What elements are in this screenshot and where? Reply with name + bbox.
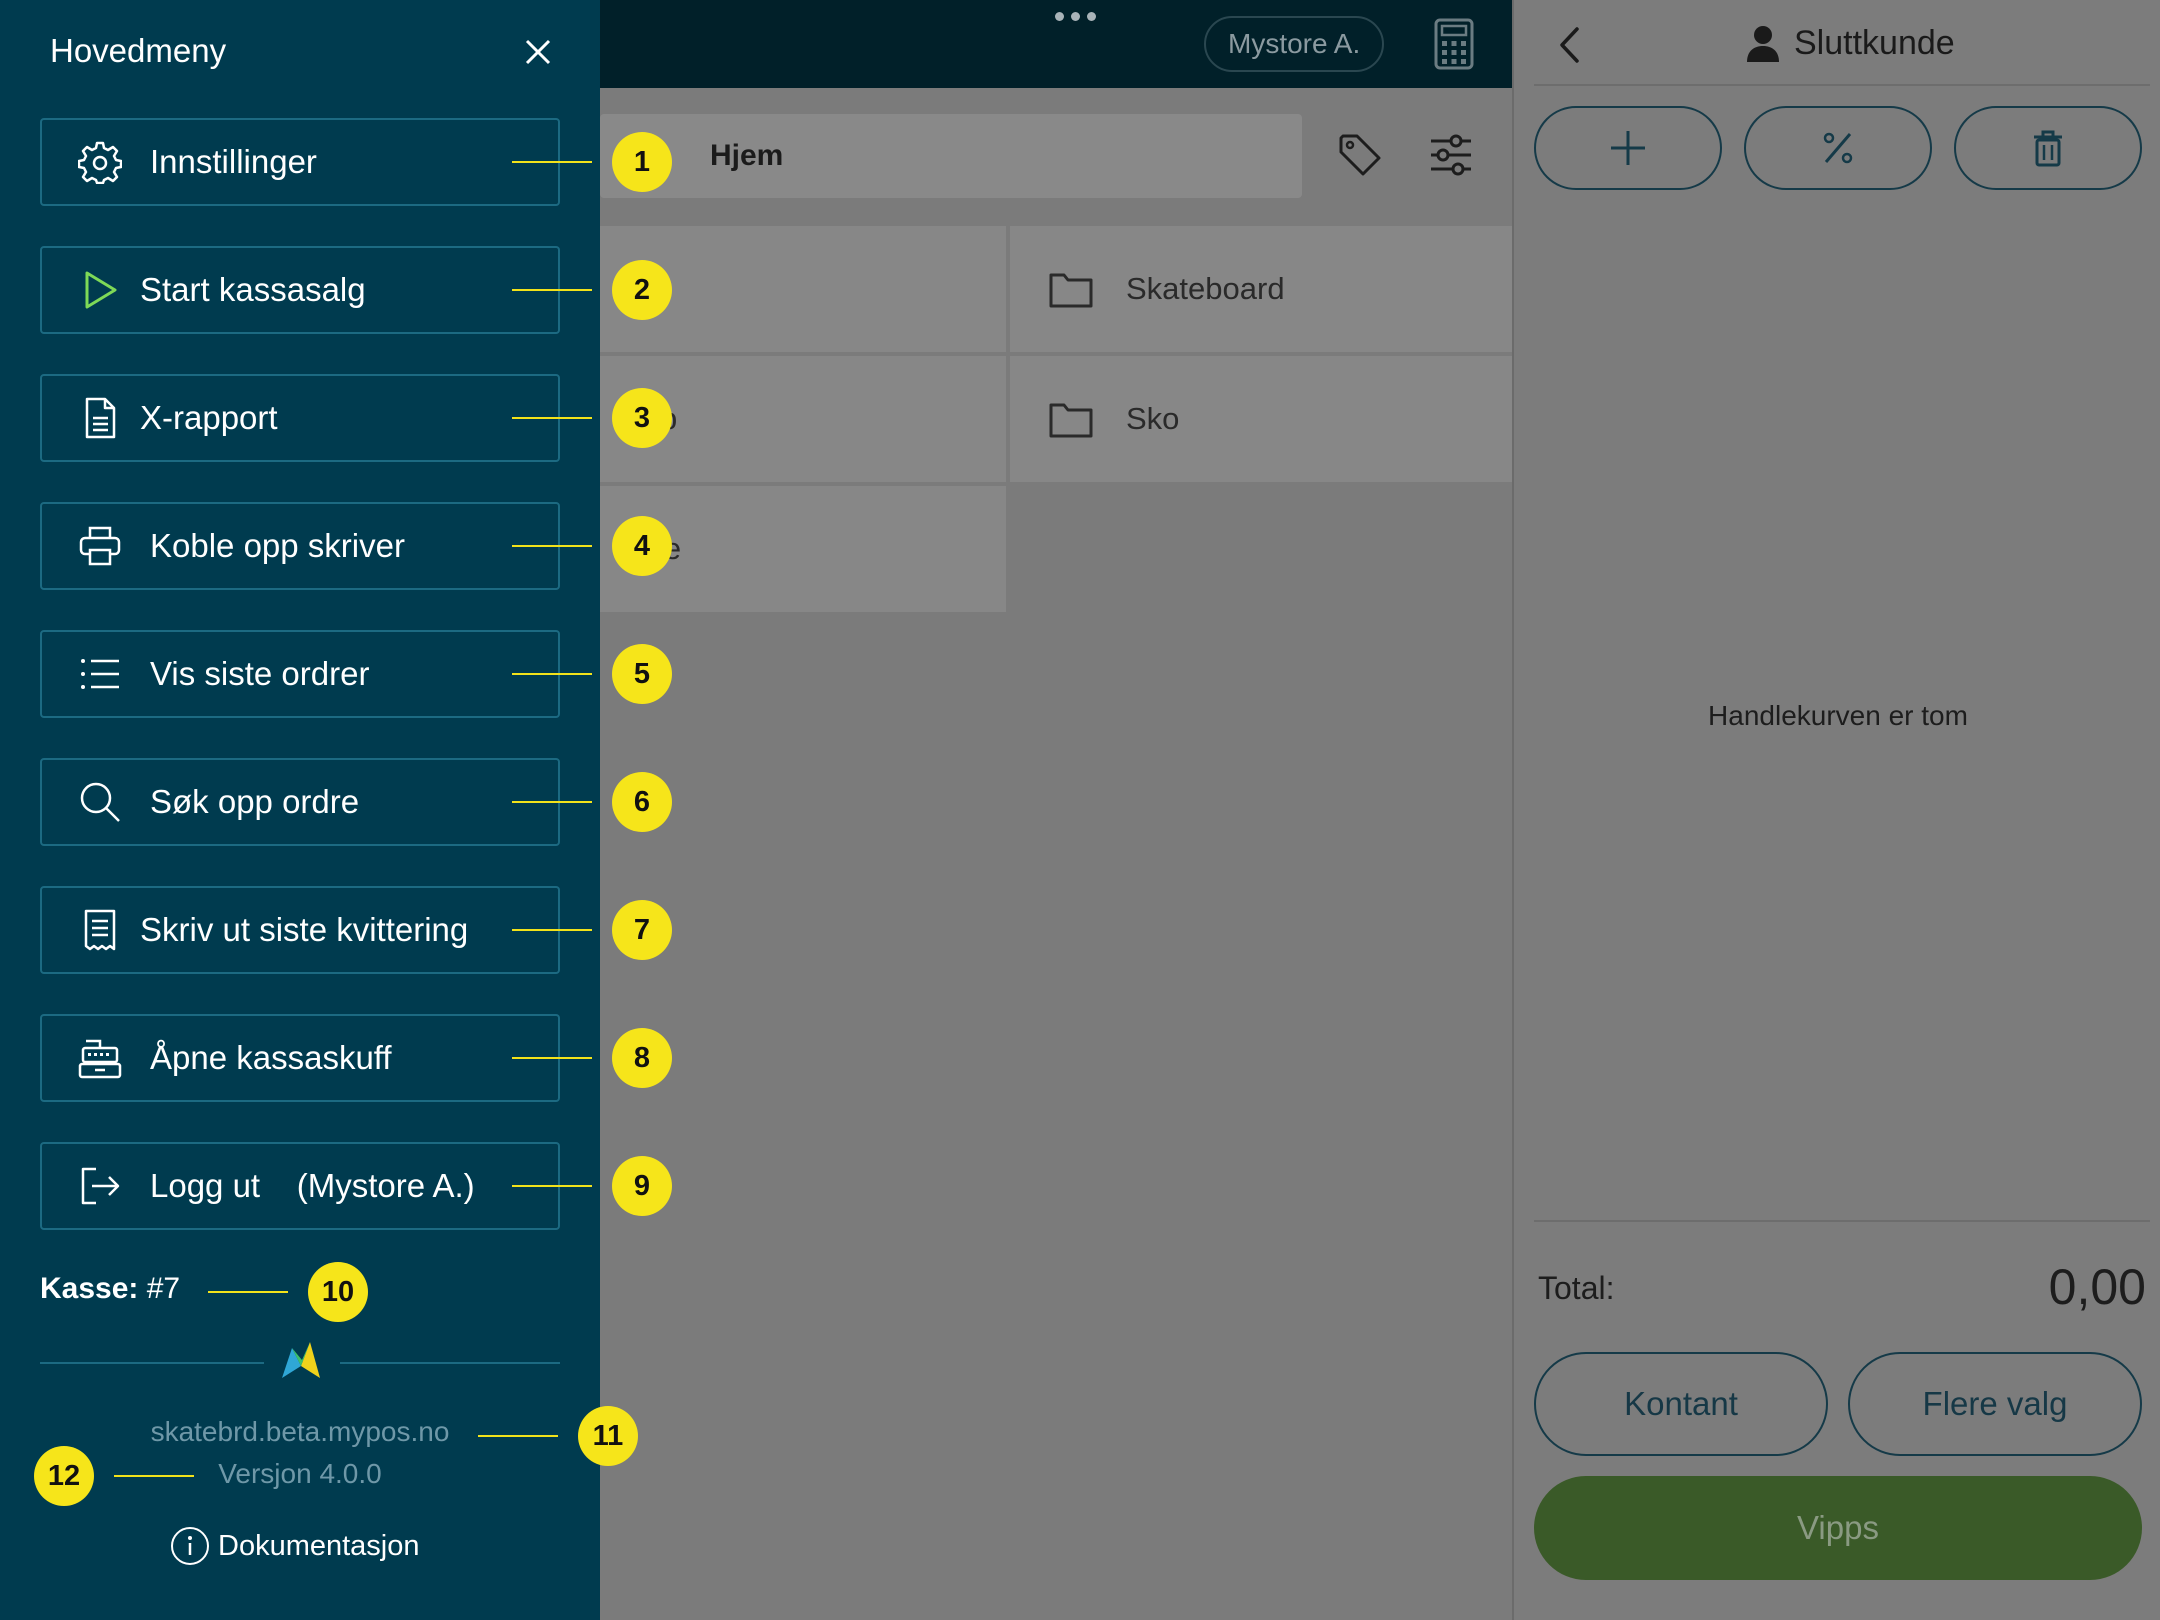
register-label: Kasse: bbox=[40, 1272, 139, 1305]
total-value: 0,00 bbox=[2048, 1259, 2146, 1315]
main-menu-drawer: Hovedmeny Innstillinger Start kassasalg … bbox=[0, 0, 600, 1620]
menu-item-print-receipt[interactable]: Skriv ut siste kvittering bbox=[40, 886, 560, 974]
menu-item-label: Skriv ut siste kvittering bbox=[140, 911, 469, 948]
callout-badge: 10 bbox=[308, 1262, 368, 1322]
divider bbox=[340, 1362, 560, 1364]
category-tile-skateboard[interactable]: Skateboard bbox=[1010, 226, 1512, 352]
callout-badge: 8 bbox=[612, 1028, 672, 1088]
search-icon bbox=[80, 782, 120, 822]
plus-icon bbox=[1611, 131, 1645, 165]
percent-icon bbox=[1823, 132, 1853, 164]
callout-line bbox=[512, 801, 592, 803]
menu-item-settings[interactable]: Innstillinger bbox=[40, 118, 560, 206]
callout-badge: 9 bbox=[612, 1156, 672, 1216]
menu-item-label: Søk opp ordre bbox=[150, 783, 360, 820]
document-icon bbox=[85, 397, 116, 439]
divider bbox=[40, 1362, 264, 1364]
customer-selector[interactable]: Sluttkunde bbox=[1746, 24, 1955, 63]
menu-item-recent-orders[interactable]: Vis siste ordrer bbox=[40, 630, 560, 718]
menu-item-label: Innstillinger bbox=[150, 143, 317, 180]
divider bbox=[1534, 1220, 2150, 1222]
callout-badge: 2 bbox=[612, 260, 672, 320]
mypos-logo bbox=[282, 1342, 320, 1378]
clear-cart-button[interactable] bbox=[1954, 106, 2142, 190]
menu-item-logout[interactable]: Logg ut (Mystore A.) bbox=[40, 1142, 560, 1230]
callout-line bbox=[512, 545, 592, 547]
callout-badge: 5 bbox=[612, 644, 672, 704]
list-icon bbox=[81, 659, 119, 689]
callout-line bbox=[208, 1291, 288, 1293]
register-value: #7 bbox=[146, 1272, 181, 1305]
cart-panel: Sluttkunde Handlekurven er tom Total: 0,… bbox=[1512, 0, 2160, 1620]
breadcrumb[interactable]: Hjem bbox=[600, 114, 1302, 198]
tag-icon[interactable] bbox=[1337, 132, 1383, 178]
cart-header: Sluttkunde bbox=[1534, 0, 2150, 86]
callout-line bbox=[478, 1435, 558, 1437]
menu-item-x-report[interactable]: X-rapport bbox=[40, 374, 560, 462]
more-options-button[interactable]: Flere valg bbox=[1848, 1352, 2142, 1456]
documentation-label: Dokumentasjon bbox=[218, 1529, 420, 1562]
cash-button[interactable]: Kontant bbox=[1534, 1352, 1828, 1456]
calculator-icon[interactable] bbox=[1434, 18, 1474, 70]
gear-icon bbox=[78, 141, 122, 184]
folder-icon bbox=[1049, 403, 1093, 438]
menu-item-label: X-rapport bbox=[140, 399, 278, 436]
total-label: Total: bbox=[1538, 1270, 1615, 1306]
vipps-button[interactable]: Vipps bbox=[1534, 1476, 2142, 1580]
callout-line bbox=[512, 161, 592, 163]
callout-badge: 7 bbox=[612, 900, 672, 960]
documentation-link[interactable]: Dokumentasjon bbox=[170, 1526, 420, 1566]
menu-item-label: Koble opp skriver bbox=[150, 527, 405, 564]
callout-line bbox=[114, 1475, 194, 1477]
callout-line bbox=[512, 417, 592, 419]
callout-badge: 4 bbox=[612, 516, 672, 576]
callout-badge: 3 bbox=[612, 388, 672, 448]
filter-icon[interactable] bbox=[1428, 132, 1474, 178]
printer-icon bbox=[79, 526, 121, 566]
category-tile-sko[interactable]: Sko bbox=[1010, 356, 1512, 482]
domain-text: skatebrd.beta.mypos.no bbox=[150, 1416, 450, 1447]
callout-badge: 11 bbox=[578, 1406, 638, 1466]
callout-line bbox=[512, 929, 592, 931]
cash-drawer-icon bbox=[78, 1039, 122, 1079]
customer-name: Sluttkunde bbox=[1794, 24, 1955, 62]
receipt-icon bbox=[84, 909, 116, 951]
menu-item-start-sale[interactable]: Start kassasalg bbox=[40, 246, 560, 334]
callout-line bbox=[512, 1057, 592, 1059]
callout-line bbox=[512, 1185, 592, 1187]
user-pill[interactable]: Mystore A. bbox=[1204, 16, 1385, 72]
more-dots-icon[interactable] bbox=[1055, 12, 1096, 21]
trash-icon bbox=[2034, 130, 2062, 167]
tile-label: Skateboard bbox=[1126, 271, 1285, 306]
menu-item-label: Åpne kassaskuff bbox=[150, 1039, 392, 1076]
empty-cart-message: Handlekurven er tom bbox=[1708, 700, 1968, 731]
menu-item-search-order[interactable]: Søk opp ordre bbox=[40, 758, 560, 846]
tile-label: Sko bbox=[1126, 401, 1180, 436]
discount-button[interactable] bbox=[1744, 106, 1932, 190]
callout-badge: 6 bbox=[612, 772, 672, 832]
folder-icon bbox=[1049, 273, 1093, 308]
menu-item-open-cash-drawer[interactable]: Åpne kassaskuff bbox=[40, 1014, 560, 1102]
callout-line bbox=[512, 673, 592, 675]
register-info: Kasse: #7 bbox=[40, 1272, 180, 1306]
callout-badge: 1 bbox=[612, 132, 672, 192]
person-icon bbox=[1747, 25, 1779, 62]
menu-item-connect-printer[interactable]: Koble opp skriver bbox=[40, 502, 560, 590]
add-item-button[interactable] bbox=[1534, 106, 1722, 190]
close-icon[interactable] bbox=[524, 38, 552, 66]
logout-icon bbox=[81, 1167, 120, 1205]
play-icon bbox=[85, 271, 117, 309]
back-icon[interactable] bbox=[1558, 26, 1580, 64]
menu-item-label: Vis siste ordrer bbox=[150, 655, 370, 692]
info-icon bbox=[171, 1527, 209, 1565]
menu-item-label: Start kassasalg bbox=[140, 271, 366, 308]
callout-badge: 12 bbox=[34, 1446, 94, 1506]
drawer-title: Hovedmeny bbox=[50, 32, 227, 69]
menu-item-label: Logg ut (Mystore A.) bbox=[150, 1167, 475, 1204]
callout-line bbox=[512, 289, 592, 291]
